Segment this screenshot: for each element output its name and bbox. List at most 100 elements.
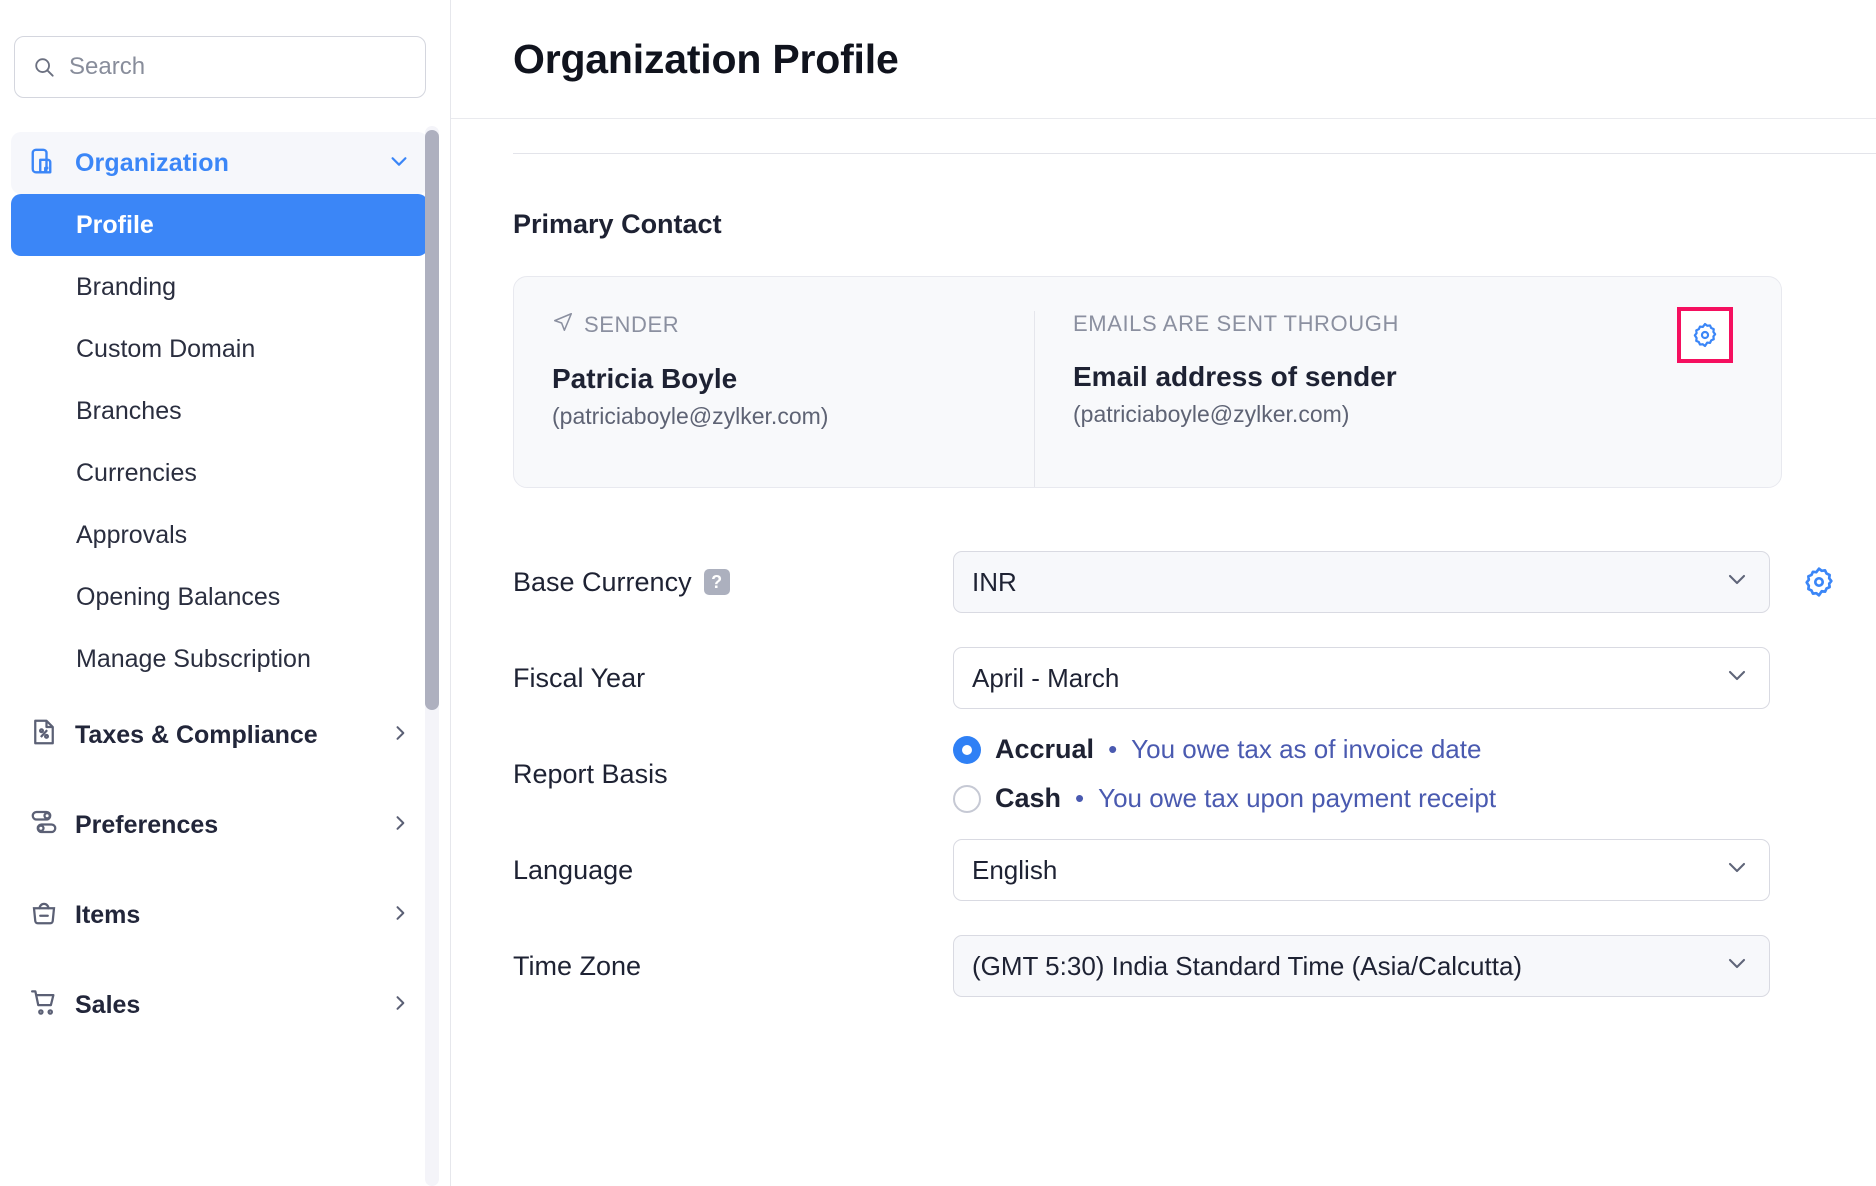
sidebar-section-label: Items (75, 901, 390, 930)
field-row-base-currency: Base Currency ? INR (513, 534, 1876, 630)
sidebar-item-profile[interactable]: Profile (11, 194, 428, 256)
base-currency-label: Base Currency (513, 567, 692, 598)
chevron-right-icon (390, 901, 410, 930)
sidebar-item-label: Approvals (76, 521, 187, 550)
radio-dot (962, 745, 972, 755)
chevron-right-icon (390, 721, 410, 750)
sidebar-item-approvals[interactable]: Approvals (11, 504, 428, 566)
search-box[interactable] (14, 36, 426, 98)
fiscal-year-value: April - March (972, 663, 1725, 694)
chevron-down-icon (1725, 567, 1749, 598)
main-header: Organization Profile (451, 0, 1876, 119)
sidebar-section-label: Preferences (75, 811, 390, 840)
sidebar-item-items[interactable]: Items (11, 870, 428, 960)
emails-sent-through-email: (patriciaboyle@zylker.com) (1073, 401, 1743, 428)
radio-cash-label: Cash (995, 783, 1061, 814)
organization-form: Base Currency ? INR (513, 534, 1876, 1014)
sender-label: SENDER (584, 312, 679, 338)
sidebar-item-branding[interactable]: Branding (11, 256, 428, 318)
time-zone-value: (GMT 5:30) India Standard Time (Asia/Cal… (972, 951, 1725, 982)
language-value: English (972, 855, 1725, 886)
sidebar-item-label: Custom Domain (76, 335, 255, 364)
search-icon (33, 56, 55, 78)
chevron-down-icon (1725, 951, 1749, 982)
sidebar-item-label: Branding (76, 273, 176, 302)
tax-document-icon (29, 717, 75, 754)
sidebar-item-manage-subscription[interactable]: Manage Subscription (11, 628, 428, 690)
radio-accrual[interactable] (953, 736, 981, 764)
main-content: Organization Profile Primary Contact SEN… (451, 0, 1876, 1186)
radio-cash-separator: • (1075, 783, 1084, 814)
base-currency-value: INR (972, 567, 1725, 598)
sidebar-nav: Organization Profile Branding Custom Dom… (0, 132, 450, 1050)
radio-cash-description: You owe tax upon payment receipt (1098, 783, 1496, 814)
chevron-right-icon (390, 991, 410, 1020)
base-currency-settings-button[interactable] (1770, 565, 1836, 599)
fiscal-year-label: Fiscal Year (513, 663, 953, 694)
sidebar-item-label: Manage Subscription (76, 645, 311, 674)
main-body: Primary Contact SENDER Patricia Boyle (p… (451, 153, 1876, 1014)
sender-name: Patricia Boyle (552, 363, 996, 395)
sidebar: Organization Profile Branding Custom Dom… (0, 0, 451, 1186)
sliders-icon (29, 807, 75, 844)
emails-sent-through-name: Email address of sender (1073, 361, 1743, 393)
emails-sent-through-label: EMAILS ARE SENT THROUGH (1073, 311, 1743, 337)
sidebar-group-organization[interactable]: Organization (11, 132, 428, 194)
emails-sent-through-column: EMAILS ARE SENT THROUGH Email address of… (1034, 311, 1781, 487)
sidebar-item-sales[interactable]: Sales (11, 960, 428, 1050)
base-currency-help-icon[interactable]: ? (704, 569, 730, 595)
sidebar-item-branches[interactable]: Branches (11, 380, 428, 442)
report-basis-radio-group: Accrual • You owe tax as of invoice date… (953, 734, 1496, 814)
base-currency-select[interactable]: INR (953, 551, 1770, 613)
cart-icon (29, 987, 75, 1024)
language-label: Language (513, 855, 953, 886)
field-row-report-basis: Report Basis Accrual • You owe tax as of… (513, 726, 1876, 822)
sidebar-item-opening-balances[interactable]: Opening Balances (11, 566, 428, 628)
field-row-time-zone: Time Zone (GMT 5:30) India Standard Time… (513, 918, 1876, 1014)
page-title: Organization Profile (513, 36, 899, 83)
sidebar-section-label: Sales (75, 991, 390, 1020)
sidebar-subitems: Profile Branding Custom Domain Branches … (11, 194, 450, 690)
sidebar-group-label: Organization (75, 149, 388, 178)
sidebar-section-label: Taxes & Compliance (75, 721, 390, 750)
sidebar-item-label: Currencies (76, 459, 197, 488)
send-paper-plane-icon (552, 311, 574, 339)
fiscal-year-select[interactable]: April - March (953, 647, 1770, 709)
report-basis-option-cash[interactable]: Cash • You owe tax upon payment receipt (953, 783, 1496, 814)
sender-column: SENDER Patricia Boyle (patriciaboyle@zyl… (514, 311, 1034, 487)
report-basis-option-accrual[interactable]: Accrual • You owe tax as of invoice date (953, 734, 1496, 765)
sidebar-item-label: Branches (76, 397, 182, 426)
report-basis-label: Report Basis (513, 759, 953, 790)
primary-contact-card: SENDER Patricia Boyle (patriciaboyle@zyl… (513, 276, 1782, 488)
sender-label-row: SENDER (552, 311, 996, 339)
language-select[interactable]: English (953, 839, 1770, 901)
content-divider (513, 153, 1876, 154)
sidebar-item-label: Opening Balances (76, 583, 280, 612)
search-container (0, 0, 450, 98)
sidebar-scrollbar-thumb[interactable] (425, 130, 439, 710)
sidebar-item-preferences[interactable]: Preferences (11, 780, 428, 870)
gear-icon (1691, 321, 1719, 349)
sidebar-item-label: Profile (76, 211, 154, 240)
sidebar-item-currencies[interactable]: Currencies (11, 442, 428, 504)
radio-accrual-separator: • (1108, 734, 1117, 765)
app-root: Organization Profile Branding Custom Dom… (0, 0, 1876, 1186)
search-input[interactable] (69, 53, 407, 81)
field-row-language: Language English (513, 822, 1876, 918)
base-currency-label-wrap: Base Currency ? (513, 567, 953, 598)
sidebar-item-taxes-compliance[interactable]: Taxes & Compliance (11, 690, 428, 780)
radio-accrual-label: Accrual (995, 734, 1094, 765)
primary-contact-settings-button[interactable] (1677, 307, 1733, 363)
primary-contact-heading: Primary Contact (513, 209, 1876, 240)
sidebar-item-custom-domain[interactable]: Custom Domain (11, 318, 428, 380)
time-zone-label: Time Zone (513, 951, 953, 982)
radio-accrual-description: You owe tax as of invoice date (1131, 734, 1481, 765)
organization-icon (29, 146, 75, 181)
chevron-down-icon (1725, 663, 1749, 694)
gear-icon (1802, 565, 1836, 599)
time-zone-select[interactable]: (GMT 5:30) India Standard Time (Asia/Cal… (953, 935, 1770, 997)
chevron-down-icon[interactable] (388, 150, 410, 177)
bag-icon (29, 897, 75, 934)
radio-cash[interactable] (953, 785, 981, 813)
chevron-right-icon (390, 811, 410, 840)
